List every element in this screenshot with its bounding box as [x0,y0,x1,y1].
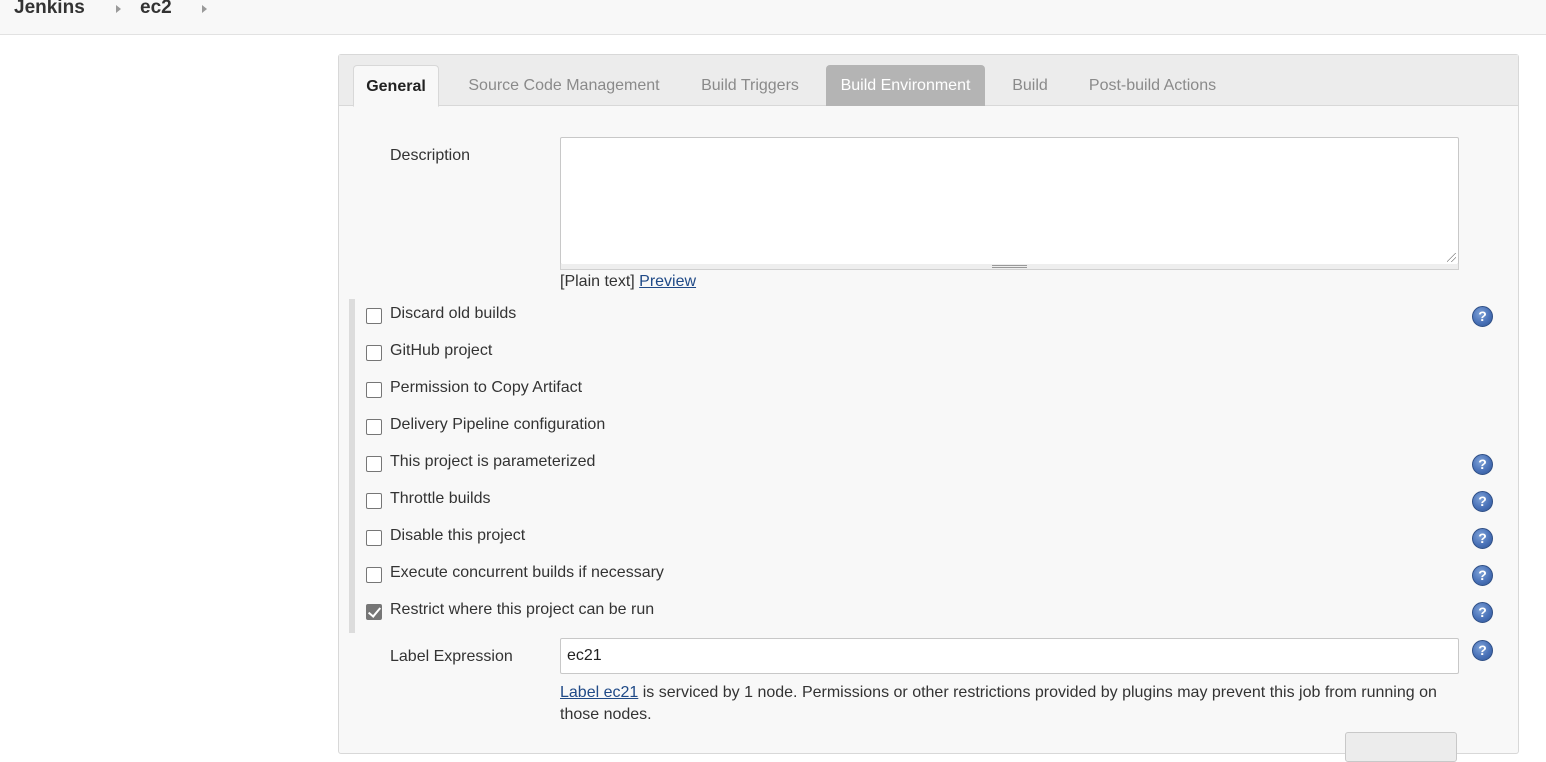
option-label[interactable]: Delivery Pipeline configuration [390,416,605,434]
section-indicator [349,299,355,633]
option-label[interactable]: Permission to Copy Artifact [390,379,582,397]
discard-old-builds-checkbox[interactable] [366,308,382,324]
resize-handle-icon[interactable] [1447,253,1456,262]
label-info-text: is serviced by 1 node. Permissions or ot… [560,684,1437,723]
label-ec21-link[interactable]: Label ec21 [560,684,638,701]
help-icon[interactable]: ? [1472,306,1493,327]
tab-build[interactable]: Build [999,65,1061,106]
label-expression-input[interactable] [560,638,1459,674]
grip-icon [992,265,1027,268]
help-icon[interactable]: ? [1472,528,1493,549]
option-label[interactable]: Throttle builds [390,490,491,508]
config-panel: General Source Code Management Build Tri… [338,54,1519,762]
tab-build-environment[interactable]: Build Environment [826,65,985,106]
breadcrumb-arrow-icon[interactable] [116,5,121,13]
help-icon[interactable]: ? [1472,491,1493,512]
tab-post-build-actions[interactable]: Post-build Actions [1075,65,1230,106]
permission-copy-artifact-checkbox[interactable] [366,382,382,398]
breadcrumb-job-ec2[interactable]: ec2 [140,0,172,19]
format-note: [Plain text] Preview [560,273,696,291]
breadcrumb: Jenkins ec2 [0,0,1546,35]
github-project-checkbox[interactable] [366,345,382,361]
breadcrumb-arrow-icon[interactable] [202,5,207,13]
help-icon[interactable]: ? [1472,454,1493,475]
option-label[interactable]: GitHub project [390,342,492,360]
tab-source-code-management[interactable]: Source Code Management [453,65,675,106]
option-label[interactable]: Restrict where this project can be run [390,601,654,619]
description-label: Description [390,147,471,164]
label-expression-label: Label Expression [390,648,513,665]
preview-link[interactable]: Preview [639,273,696,290]
disable-project-checkbox[interactable] [366,530,382,546]
description-textarea[interactable] [560,137,1459,265]
option-label[interactable]: This project is parameterized [390,453,595,471]
restrict-where-run-checkbox[interactable] [366,604,382,620]
help-icon[interactable]: ? [1472,565,1493,586]
help-icon[interactable]: ? [1472,602,1493,623]
tab-build-triggers[interactable]: Build Triggers [688,65,812,106]
config-tabbar: General Source Code Management Build Tri… [339,55,1518,107]
label-info-message: Label ec21 is serviced by 1 node. Permis… [560,682,1470,726]
throttle-builds-checkbox[interactable] [366,493,382,509]
option-label[interactable]: Disable this project [390,527,525,545]
help-icon[interactable]: ? [1472,640,1493,661]
textarea-resize-bar[interactable] [560,264,1459,270]
concurrent-builds-checkbox[interactable] [366,567,382,583]
option-label[interactable]: Discard old builds [390,305,516,323]
option-label[interactable]: Execute concurrent builds if necessary [390,564,664,582]
advanced-button[interactable] [1345,732,1457,762]
tab-general[interactable]: General [353,65,439,107]
delivery-pipeline-checkbox[interactable] [366,419,382,435]
format-prefix: [Plain text] [560,273,635,290]
parameterized-checkbox[interactable] [366,456,382,472]
breadcrumb-jenkins[interactable]: Jenkins [14,0,85,19]
